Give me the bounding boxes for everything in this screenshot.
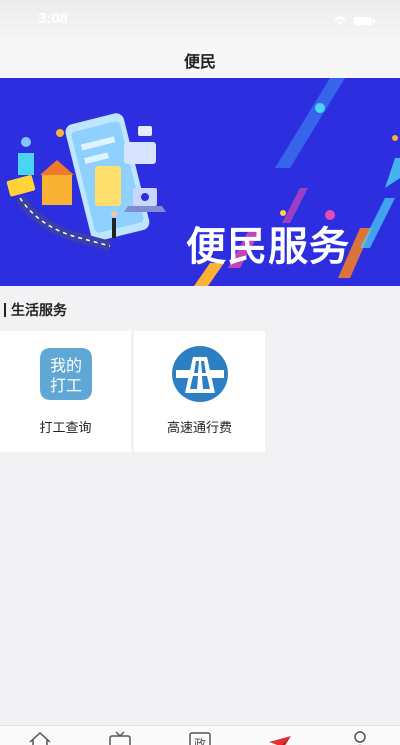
tab-government[interactable]: 政 <box>160 730 240 745</box>
service-card-highway-toll[interactable]: 高速通行费 <box>134 331 265 452</box>
service-card-work-query[interactable]: 我的 打工 打工查询 <box>0 331 131 452</box>
section-header: 生活服务 <box>0 300 67 320</box>
tab-user[interactable] <box>320 730 400 745</box>
wifi-battery-icon <box>334 16 375 25</box>
banner[interactable]: 便民服务 <box>0 78 400 286</box>
tab-home[interactable] <box>0 730 80 745</box>
section-title: 生活服务 <box>11 303 67 319</box>
tv-icon <box>109 731 131 745</box>
user-icon <box>354 731 366 745</box>
svg-text:打工: 打工 <box>50 376 82 395</box>
home-icon <box>29 731 51 745</box>
tab-tv[interactable] <box>80 730 160 745</box>
page-title: 便民 <box>183 52 216 71</box>
highway-icon <box>172 346 228 402</box>
status-icons <box>332 12 376 31</box>
service-label: 打工查询 <box>39 421 92 436</box>
section-bar <box>4 303 6 317</box>
status-bar: 3:08 <box>0 0 400 40</box>
my-work-icon: 我的 打工 <box>40 348 92 400</box>
government-icon: 政 <box>189 732 211 745</box>
svg-text:我的: 我的 <box>50 356 82 375</box>
banner-title: 便民服务 <box>186 224 350 270</box>
svg-text:政: 政 <box>194 737 206 745</box>
tab-convenience[interactable] <box>240 730 320 745</box>
service-label: 高速通行费 <box>166 421 232 436</box>
nav-bar: 便民 <box>0 40 400 78</box>
paper-plane-icon <box>269 736 291 745</box>
tab-bar: 政 <box>0 725 400 745</box>
status-time: 3:08 <box>38 10 69 27</box>
